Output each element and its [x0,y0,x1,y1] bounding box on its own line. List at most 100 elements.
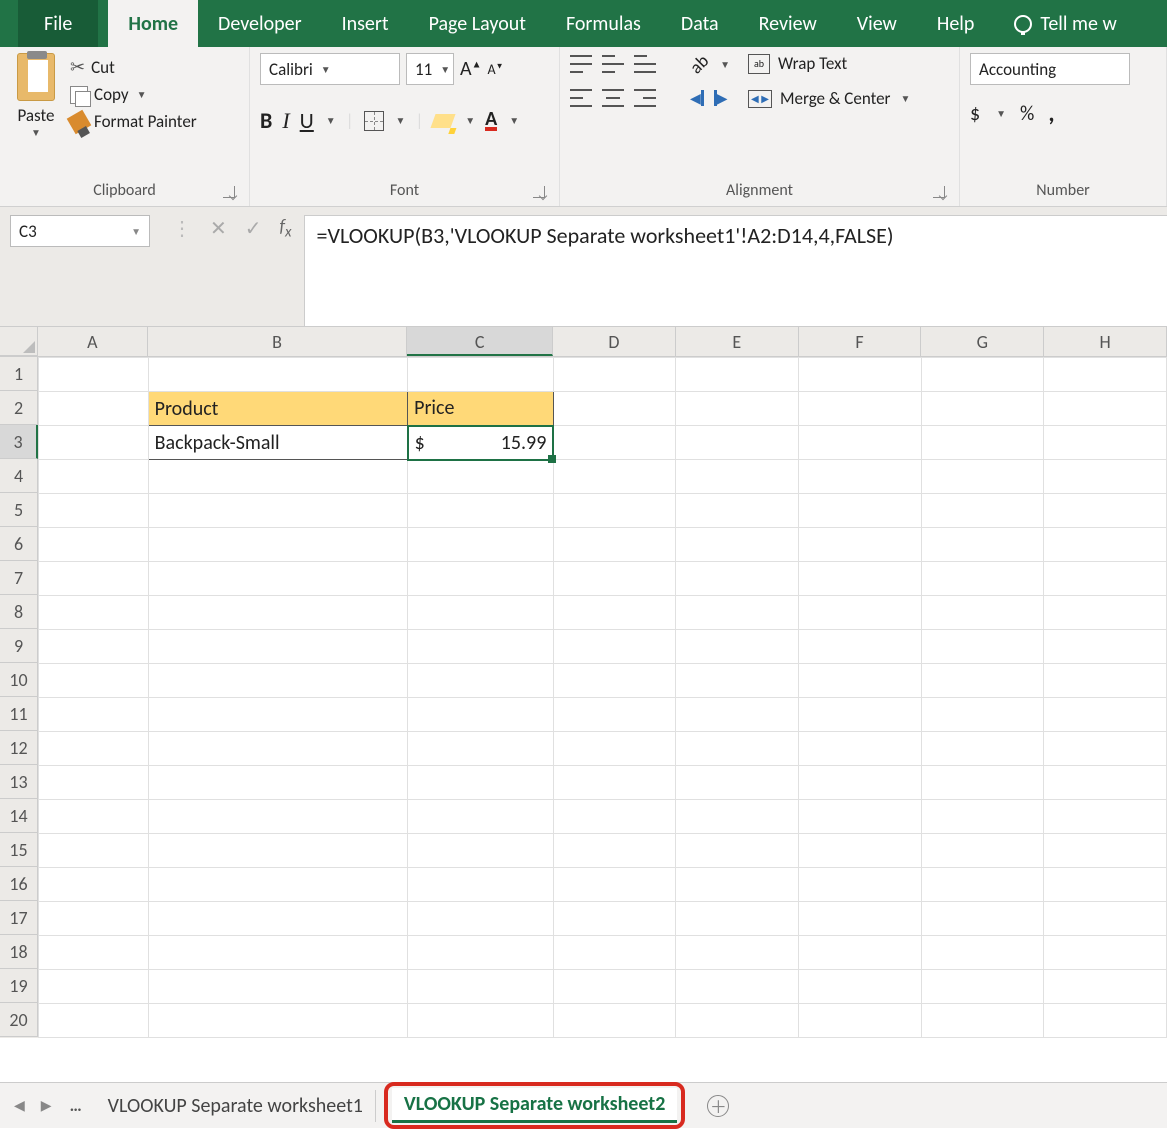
cancel-formula-button[interactable]: ✕ [210,216,227,241]
increase-indent-button[interactable]: ▶ [714,90,728,107]
chevron-down-icon[interactable]: ▼ [996,107,1006,120]
dialog-launcher-icon[interactable] [933,186,945,198]
align-right-button[interactable] [634,89,656,107]
row-header-10[interactable]: 10 [0,663,38,697]
sheet-nav-more[interactable]: … [64,1095,88,1116]
font-color-button[interactable]: A [485,111,497,131]
row-header-3[interactable]: 3 [0,425,38,459]
tab-insert[interactable]: Insert [322,0,409,47]
paste-button[interactable]: Paste ▼ [10,53,62,139]
decrease-font-size-button[interactable]: A▼ [487,61,503,78]
cell-C2[interactable]: Price [408,392,554,426]
row-header-14[interactable]: 14 [0,799,38,833]
sheet-tab-2[interactable]: VLOOKUP Separate worksheet2 [392,1088,677,1123]
tab-home[interactable]: Home [108,0,198,47]
col-header-D[interactable]: D [553,327,676,356]
fx-icon[interactable]: fx [280,215,292,242]
decrease-indent-button[interactable]: ◀ [690,90,704,107]
cells-table[interactable]: Product Price Backpack-Small $ 15.99 [38,357,1167,1038]
align-center-button[interactable] [602,89,624,107]
enter-formula-button[interactable]: ✓ [245,216,262,241]
col-header-F[interactable]: F [799,327,922,356]
chevron-down-icon[interactable]: ▼ [509,114,519,127]
chevron-down-icon[interactable]: ▼ [131,225,141,238]
row-header-6[interactable]: 6 [0,527,38,561]
dialog-launcher-icon[interactable] [533,186,545,198]
chevron-down-icon[interactable]: ▼ [326,114,336,127]
row-header-8[interactable]: 8 [0,595,38,629]
row-header-17[interactable]: 17 [0,901,38,935]
comma-format-button[interactable]: , [1048,99,1054,128]
tell-me[interactable]: Tell me w [994,0,1136,47]
row-header-19[interactable]: 19 [0,969,38,1003]
cell-B3[interactable]: Backpack-Small [148,426,407,460]
row-header-1[interactable]: 1 [0,357,38,391]
row-header-7[interactable]: 7 [0,561,38,595]
sheet-tab-1[interactable]: VLOOKUP Separate worksheet1 [96,1090,376,1122]
format-painter-button[interactable]: Format Painter [70,108,197,135]
row-header-9[interactable]: 9 [0,629,38,663]
row-header-18[interactable]: 18 [0,935,38,969]
align-left-button[interactable] [570,89,592,107]
orientation-button[interactable]: ab [690,53,708,75]
col-header-G[interactable]: G [921,327,1044,356]
chevron-down-icon[interactable]: ▼ [137,88,147,101]
row-header-12[interactable]: 12 [0,731,38,765]
new-sheet-button[interactable]: ＋ [707,1095,729,1117]
tab-page-layout[interactable]: Page Layout [409,0,546,47]
sheet-nav-next[interactable]: ▶ [37,1097,56,1114]
chevron-down-icon[interactable]: ▼ [720,58,730,71]
merge-center-button[interactable]: Merge & Center ▼ [748,88,910,109]
row-header-11[interactable]: 11 [0,697,38,731]
cell-C3[interactable]: $ 15.99 [408,426,554,460]
borders-button[interactable] [364,111,384,131]
more-icon[interactable]: ⋮ [172,216,192,241]
underline-button[interactable]: U [300,107,314,134]
accounting-format-button[interactable]: $ [970,102,980,126]
italic-button[interactable]: I [282,108,289,134]
col-header-A[interactable]: A [38,327,148,356]
name-box[interactable]: C3 ▼ [10,215,150,247]
align-middle-button[interactable] [602,55,624,73]
formula-input[interactable]: =VLOOKUP(B3,'VLOOKUP Separate worksheet1… [304,215,1167,326]
align-top-button[interactable] [570,55,592,73]
font-name-dropdown[interactable]: Calibri ▼ [260,53,400,85]
col-header-C[interactable]: C [407,327,553,356]
chevron-down-icon[interactable]: ▼ [900,92,910,105]
row-header-15[interactable]: 15 [0,833,38,867]
chevron-down-icon[interactable]: ▼ [396,114,406,127]
chevron-down-icon[interactable]: ▼ [465,114,475,127]
row-header-20[interactable]: 20 [0,1003,38,1037]
col-header-E[interactable]: E [676,327,799,356]
tab-help[interactable]: Help [917,0,995,47]
row-header-2[interactable]: 2 [0,391,38,425]
increase-font-size-button[interactable]: A▲ [460,57,481,81]
row-header-13[interactable]: 13 [0,765,38,799]
bold-button[interactable]: B [260,107,272,134]
align-bottom-button[interactable] [634,55,656,73]
tab-developer[interactable]: Developer [198,0,322,47]
fill-color-button[interactable] [431,114,456,128]
tab-review[interactable]: Review [739,0,837,47]
cell-B2[interactable]: Product [148,392,407,426]
col-header-B[interactable]: B [148,327,408,356]
tab-data[interactable]: Data [661,0,739,47]
tab-file[interactable]: File [18,0,98,47]
cut-button[interactable]: Cut [70,53,197,81]
row-header-4[interactable]: 4 [0,459,38,493]
dialog-launcher-icon[interactable] [223,186,235,198]
sheet-nav-prev[interactable]: ◀ [10,1097,29,1114]
percent-format-button[interactable]: % [1020,102,1034,126]
col-header-H[interactable]: H [1044,327,1167,356]
wrap-text-button[interactable]: ab Wrap Text [748,53,910,74]
chevron-down-icon[interactable]: ▼ [10,126,62,139]
fill-handle[interactable] [548,455,556,463]
row-header-16[interactable]: 16 [0,867,38,901]
select-all-corner[interactable] [0,327,38,356]
number-format-dropdown[interactable]: Accounting [970,53,1130,85]
font-size-dropdown[interactable]: 11 ▼ [406,53,454,85]
copy-button[interactable]: Copy ▼ [70,81,197,108]
row-header-5[interactable]: 5 [0,493,38,527]
tab-formulas[interactable]: Formulas [546,0,661,47]
tab-view[interactable]: View [837,0,917,47]
